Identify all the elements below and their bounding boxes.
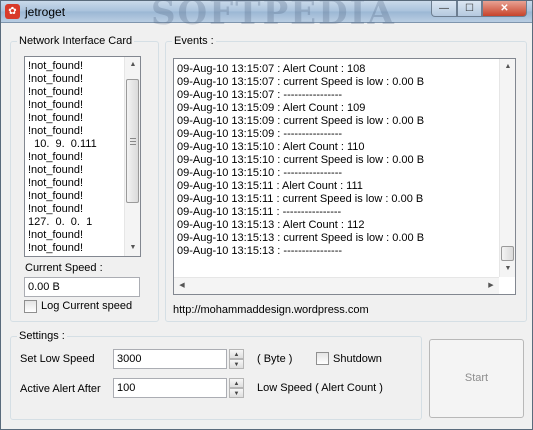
list-item[interactable]: !not_found! <box>28 229 83 242</box>
spin-down-icon[interactable]: ▼ <box>229 388 244 398</box>
spin-up-icon[interactable]: ▲ <box>229 378 244 388</box>
list-item[interactable]: !not_found! <box>28 164 83 177</box>
event-line: 09-Aug-10 13:15:07 : Alert Count : 108 <box>177 63 366 75</box>
event-line: 09-Aug-10 13:15:11 : Alert Count : 111 <box>177 180 363 192</box>
grip-line <box>130 138 136 139</box>
event-line: 09-Aug-10 13:15:09 : current Speed is lo… <box>177 115 425 127</box>
low-speed-unit: ( Byte ) <box>257 353 293 365</box>
paw-icon[interactable]: ✿ <box>5 4 20 19</box>
log-speed-checkbox[interactable] <box>24 300 37 313</box>
grip-line <box>130 141 136 142</box>
scroll-left-arrow-icon[interactable]: ◀ <box>174 278 190 294</box>
scroll-right-arrow-icon[interactable]: ▶ <box>483 278 499 294</box>
watermark: SOFTPEDIA <box>151 0 396 33</box>
low-speed-stepper[interactable]: ▲ ▼ <box>229 349 244 369</box>
list-item[interactable]: 10. 9. 0.111 <box>28 138 97 151</box>
event-line: 09-Aug-10 13:15:11 : ---------------- <box>177 206 342 218</box>
events-vertical-scrollbar[interactable]: ▲ ▼ <box>499 59 515 277</box>
list-item[interactable]: !not_found! <box>28 151 83 164</box>
event-line: 09-Aug-10 13:15:07 : ---------------- <box>177 89 343 101</box>
log-speed-label[interactable]: Log Current speed <box>41 300 132 312</box>
nic-group-label: Network Interface Card <box>17 35 135 47</box>
current-speed-field[interactable]: 0.00 B <box>24 277 140 297</box>
alert-after-label: Active Alert After <box>20 383 101 395</box>
event-line: 09-Aug-10 13:15:09 : ---------------- <box>177 128 343 140</box>
list-item[interactable]: !not_found! <box>28 99 83 112</box>
scroll-thumb[interactable] <box>126 79 139 203</box>
events-log[interactable]: 09-Aug-10 13:15:07 : Alert Count : 108 0… <box>173 58 516 295</box>
event-line: 09-Aug-10 13:15:13 : Alert Count : 112 <box>177 219 365 231</box>
close-button[interactable]: ✕ <box>482 1 527 17</box>
event-line: 09-Aug-10 13:15:11 : current Speed is lo… <box>177 193 424 205</box>
events-horizontal-scrollbar[interactable]: ◀ ▶ <box>174 277 499 294</box>
low-speed-input[interactable]: 3000 <box>113 349 227 369</box>
alert-after-unit: Low Speed ( Alert Count ) <box>257 382 383 394</box>
event-line: 09-Aug-10 13:15:13 : current Speed is lo… <box>177 232 425 244</box>
scroll-thumb[interactable] <box>501 246 514 261</box>
minimize-button[interactable]: — <box>431 1 457 17</box>
scroll-up-arrow-icon[interactable]: ▲ <box>125 57 140 73</box>
nic-vertical-scrollbar[interactable]: ▲ ▼ <box>124 57 140 256</box>
event-line: 09-Aug-10 13:15:09 : Alert Count : 109 <box>177 102 366 114</box>
spin-up-icon[interactable]: ▲ <box>229 349 244 359</box>
scroll-down-arrow-icon[interactable]: ▼ <box>125 240 140 256</box>
alert-after-input[interactable]: 100 <box>113 378 227 398</box>
app-window: ✿ jetroget SOFTPEDIA — ☐ ✕ Network Inter… <box>0 0 533 430</box>
maximize-button[interactable]: ☐ <box>457 1 482 17</box>
current-speed-label: Current Speed : <box>25 262 103 274</box>
list-item[interactable]: !not_found! <box>28 60 83 73</box>
event-line: 09-Aug-10 13:15:07 : current Speed is lo… <box>177 76 425 88</box>
settings-group-label: Settings : <box>17 330 67 342</box>
events-group-label: Events : <box>172 35 216 47</box>
low-speed-label: Set Low Speed <box>20 353 95 365</box>
event-line: 09-Aug-10 13:15:13 : ---------------- <box>177 245 343 257</box>
shutdown-label[interactable]: Shutdown <box>333 353 382 365</box>
alert-after-stepper[interactable]: ▲ ▼ <box>229 378 244 398</box>
scroll-up-arrow-icon[interactable]: ▲ <box>500 59 515 75</box>
grip-line <box>130 144 136 145</box>
event-line: 09-Aug-10 13:15:10 : current Speed is lo… <box>177 154 425 166</box>
event-line: 09-Aug-10 13:15:10 : ---------------- <box>177 167 343 179</box>
list-item[interactable]: !not_found! <box>28 242 83 255</box>
list-item[interactable]: !not_found! <box>28 86 83 99</box>
title-bar[interactable]: ✿ jetroget SOFTPEDIA — ☐ ✕ <box>1 0 532 33</box>
author-url[interactable]: http://mohammaddesign.wordpress.com <box>173 304 369 316</box>
start-button[interactable]: Start <box>429 339 524 418</box>
list-item[interactable]: !not_found! <box>28 125 83 138</box>
list-item[interactable]: !not_found! <box>28 73 83 86</box>
nic-listbox[interactable]: !not_found! !not_found! !not_found! !not… <box>24 56 141 257</box>
list-item[interactable]: !not_found! <box>28 203 83 216</box>
spin-down-icon[interactable]: ▼ <box>229 359 244 369</box>
event-line: 09-Aug-10 13:15:10 : Alert Count : 110 <box>177 141 365 153</box>
scroll-down-arrow-icon[interactable]: ▼ <box>500 261 515 277</box>
window-title: jetroget <box>25 5 66 19</box>
list-item[interactable]: 127. 0. 0. 1 <box>28 216 92 229</box>
list-item[interactable]: !not_found! <box>28 177 83 190</box>
shutdown-checkbox[interactable] <box>316 352 329 365</box>
list-item[interactable]: !not_found! <box>28 112 83 125</box>
list-item[interactable]: !not_found! <box>28 190 83 203</box>
